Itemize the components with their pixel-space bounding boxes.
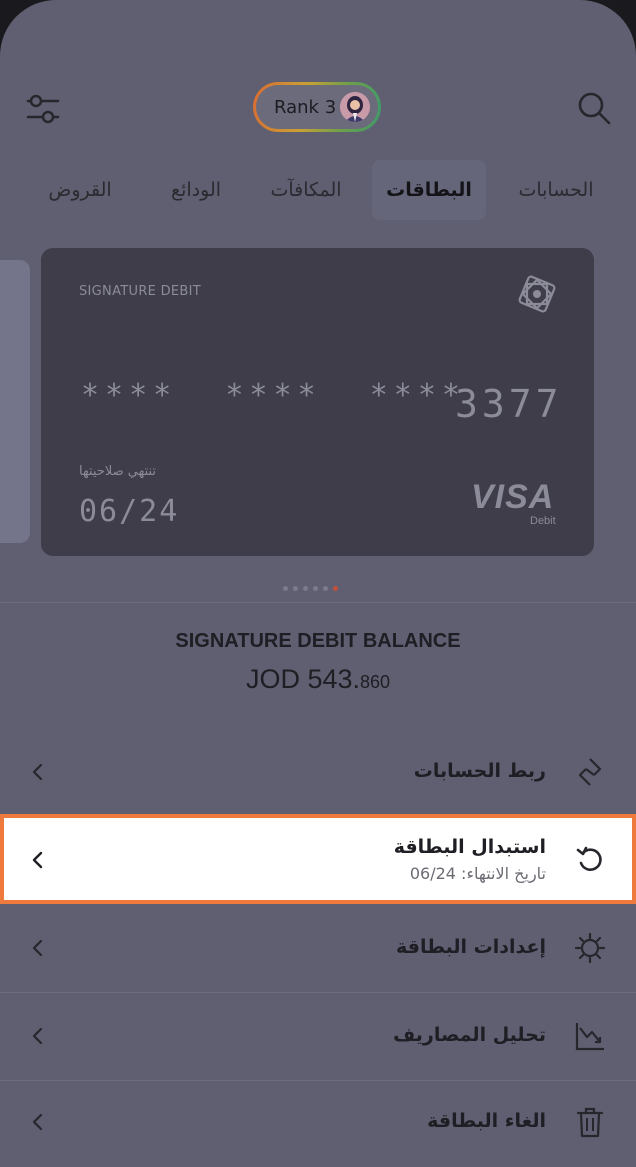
tab-cards[interactable]: البطاقات (372, 160, 486, 220)
card-number-masked: **** **** **** (81, 378, 466, 413)
menu-row-subtitle: تاريخ الانتهاء: 06/24 (409, 864, 546, 883)
menu-row-label: إعدادات البطاقة (396, 936, 546, 958)
trash-icon (576, 1107, 604, 1138)
menu-row-cancel-card[interactable]: الغاء البطاقة (0, 1080, 636, 1167)
card-type-label: SIGNATURE DEBIT (79, 284, 202, 299)
chevron-left-icon (32, 851, 43, 869)
menu-row-label: تحليل المصاريف (393, 1024, 546, 1046)
menu-row-replace-card[interactable]: استبدال البطاقة تاريخ الانتهاء: 06/24 (0, 814, 636, 904)
menu-row-card-settings[interactable]: إعدادات البطاقة (0, 904, 636, 992)
chevron-left-icon (32, 939, 43, 957)
expiry-label: تنتهي صلاحيتها (79, 464, 157, 479)
pager-dot-active[interactable] (333, 586, 338, 591)
pager-dot[interactable] (323, 586, 328, 591)
pager-dot[interactable] (283, 586, 288, 591)
avatar (340, 92, 370, 122)
menu-row-label: استبدال البطاقة (393, 836, 546, 858)
pager-dot[interactable] (293, 586, 298, 591)
chevron-left-icon (32, 1113, 43, 1131)
rank-badge[interactable]: Rank 3 (253, 82, 381, 132)
visa-debit-label: Debit (530, 515, 556, 527)
debit-card[interactable]: SIGNATURE DEBIT **** **** **** 3377 تنته… (41, 248, 594, 556)
pager-dot[interactable] (313, 586, 318, 591)
rank-label: Rank 3 (274, 97, 337, 118)
link-accounts-icon (578, 758, 602, 786)
tab-rewards[interactable]: المكافآت (258, 160, 354, 220)
tab-accounts[interactable]: الحسابات (504, 160, 608, 220)
tab-bar: الحسابات البطاقات المكافآت الودائع القرو… (0, 160, 636, 220)
previous-card-peek[interactable] (0, 260, 30, 543)
menu-row-link-accounts[interactable]: ربط الحسابات (0, 728, 636, 816)
search-icon[interactable] (574, 88, 614, 128)
balance-amount-main: JOD 543. (245, 664, 360, 694)
menu-row-label: ربط الحسابات (413, 760, 546, 782)
expiry-value: 06/24 (79, 494, 180, 529)
replace-card-icon (576, 846, 602, 871)
card-number-last4: 3377 (455, 382, 563, 426)
app-screen: Rank 3 الحسابات البطاقات المكافآت الودائ… (0, 0, 636, 1167)
balance-title: SIGNATURE DEBIT BALANCE (175, 630, 461, 652)
balance-amount-fraction: 860 (360, 672, 391, 692)
carousel-pager (283, 576, 343, 591)
settings-gear-icon (574, 932, 606, 964)
tab-deposits[interactable]: الودائع (152, 160, 240, 220)
filter-sliders-icon[interactable] (24, 90, 62, 128)
menu-row-spending-analysis[interactable]: تحليل المصاريف (0, 992, 636, 1080)
tab-loans[interactable]: القروض (36, 160, 124, 220)
pager-dot[interactable] (303, 586, 308, 591)
chevron-left-icon (32, 763, 43, 781)
bank-logo-icon (518, 275, 556, 313)
divider (0, 602, 636, 603)
balance-amount: JOD 543.860 (0, 664, 636, 695)
chevron-left-icon (32, 1027, 43, 1045)
menu-row-label: الغاء البطاقة (427, 1110, 546, 1132)
visa-logo: VISA (471, 478, 555, 516)
spending-analysis-icon (575, 1023, 604, 1051)
